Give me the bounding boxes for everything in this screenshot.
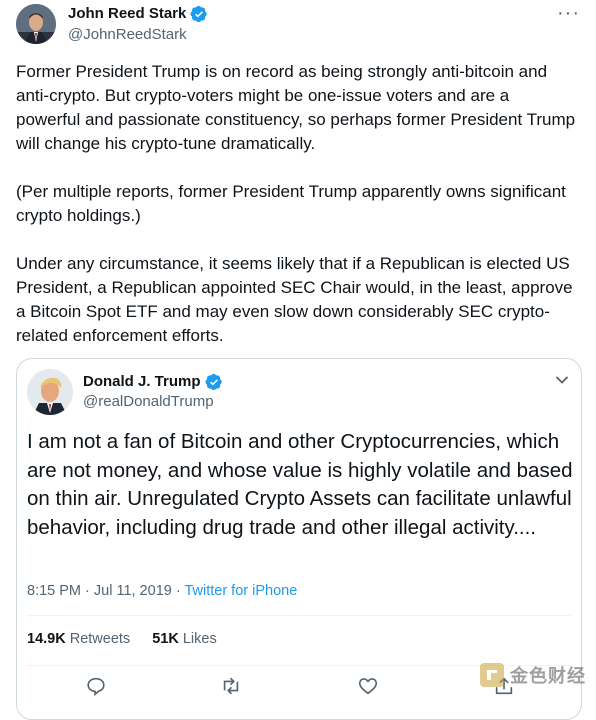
chevron-down-icon[interactable] — [555, 373, 569, 387]
author-name-row[interactable]: John Reed Stark — [68, 5, 208, 23]
quoted-tweet-text: I am not a fan of Bitcoin and other Cryp… — [27, 430, 573, 539]
tweet-paragraph: Under any circumstance, it seems likely … — [16, 254, 573, 345]
quoted-timestamp[interactable]: 8:15 PM · Jul 11, 2019 · — [27, 583, 184, 599]
quoted-stats: 14.9K Retweets 51K Likes — [27, 631, 235, 647]
author-name[interactable]: John Reed Stark — [68, 5, 186, 23]
watermark-logo-icon — [480, 663, 504, 687]
verified-badge-icon — [190, 5, 208, 23]
likes-label: Likes — [182, 631, 217, 647]
tweet-paragraph: (Per multiple reports, former President … — [16, 182, 566, 225]
retweets-stat[interactable]: 14.9K Retweets — [27, 631, 130, 647]
author-avatar[interactable] — [16, 4, 56, 44]
quoted-author-avatar[interactable] — [27, 369, 73, 415]
quoted-author-block: Donald J. Trump @realDonaldTrump — [83, 373, 223, 411]
likes-count: 51K — [152, 631, 179, 647]
tweet-text: Former President Trump is on record as b… — [16, 60, 576, 372]
more-icon[interactable]: ··· — [557, 3, 580, 23]
quoted-source-link[interactable]: Twitter for iPhone — [184, 583, 297, 599]
likes-stat[interactable]: 51K Likes — [152, 631, 217, 647]
quoted-author-handle[interactable]: @realDonaldTrump — [83, 393, 223, 411]
watermark-text: 金色财经 — [510, 666, 586, 686]
watermark: 金色财经 — [480, 662, 586, 688]
divider — [27, 615, 571, 616]
quoted-author-name-row[interactable]: Donald J. Trump — [83, 373, 223, 391]
quoted-tweet-meta: 8:15 PM · Jul 11, 2019 · Twitter for iPh… — [27, 583, 297, 599]
retweets-count: 14.9K — [27, 631, 66, 647]
tweet-paragraph: Former President Trump is on record as b… — [16, 62, 576, 153]
author-handle[interactable]: @JohnReedStark — [68, 26, 208, 44]
verified-badge-icon — [205, 373, 222, 391]
author-block: John Reed Stark @JohnReedStark — [68, 5, 208, 44]
retweets-label: Retweets — [69, 631, 131, 647]
quoted-author-name[interactable]: Donald J. Trump — [83, 373, 201, 391]
